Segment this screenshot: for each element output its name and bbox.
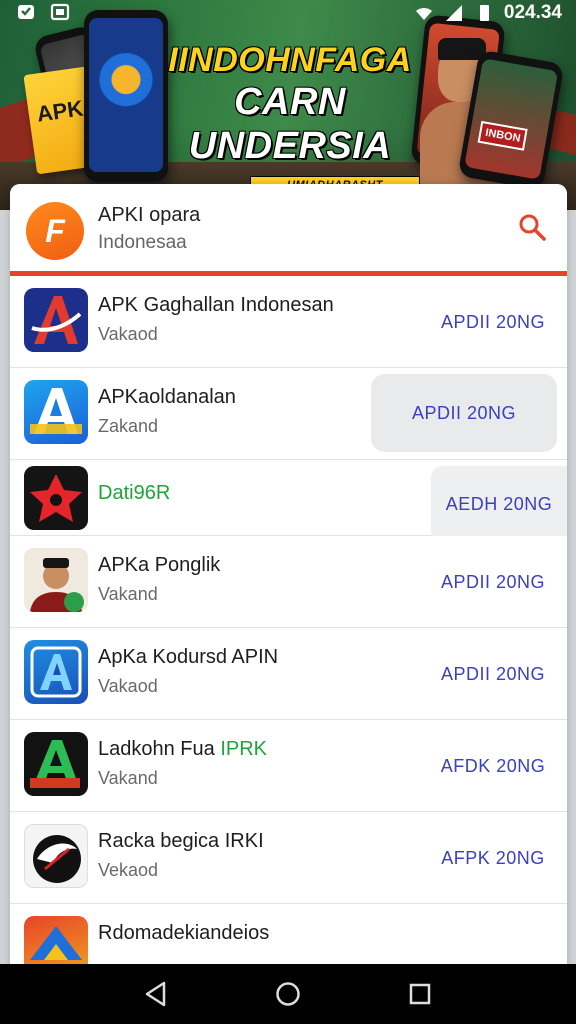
- app-developer: Vekaod: [98, 860, 159, 880]
- app-name: APK Gaghallan Indonesan: [98, 294, 334, 316]
- app-developer: Zakand: [98, 416, 159, 436]
- app-logo-icon: F: [26, 202, 84, 260]
- app-action-button[interactable]: APDII 20NG: [429, 276, 557, 368]
- headline-line1: IINDOHNFAGA: [168, 41, 412, 79]
- app-developer: Vakand: [98, 584, 158, 604]
- app-action-button[interactable]: AEDH 20NG: [431, 466, 567, 542]
- app-list: APK Gaghallan Indonesan Vakaod APDII 20N…: [10, 276, 567, 984]
- app-developer: Vakaod: [98, 676, 158, 696]
- app-action-button[interactable]: AFDK 20NG: [429, 720, 557, 812]
- battery-icon: [479, 5, 489, 21]
- app-list-item[interactable]: Ladkohn Fua IPRK Vakand AFDK 20NG: [10, 720, 567, 812]
- apk-a-icon: [24, 288, 88, 352]
- star-logo-icon: [24, 466, 88, 530]
- status-bar: 024.34: [0, 0, 576, 26]
- phone-illustration: [84, 10, 168, 182]
- header-title: APKI opara: [98, 204, 201, 226]
- headline-line2: CARN UNDERSIA: [188, 81, 392, 167]
- app-name: Dati96R: [98, 482, 170, 505]
- notification-icon: [18, 5, 34, 19]
- person-avatar-icon: [24, 548, 88, 612]
- recents-button[interactable]: [405, 979, 435, 1009]
- app-list-card: F APKI opara Indonesaa APK Gaghallan Ind…: [10, 184, 567, 984]
- recents-icon: [409, 983, 431, 1005]
- app-list-item[interactable]: APK Gaghallan Indonesan Vakaod APDII 20N…: [10, 276, 567, 368]
- app-list-item[interactable]: ApKa Kodursd APIN Vakaod APDII 20NG: [10, 628, 567, 720]
- gallery-icon: [50, 3, 70, 21]
- app-developer: Vakaod: [98, 324, 158, 344]
- back-button[interactable]: [141, 979, 171, 1009]
- navigation-bar: [0, 964, 576, 1024]
- app-logo-glyph: F: [45, 212, 65, 249]
- app-list-item[interactable]: APKa Ponglik Vakand APDII 20NG: [10, 536, 567, 628]
- header-subtitle: Indonesaa: [98, 232, 187, 253]
- apk-blue-a-icon: [24, 380, 88, 444]
- app-name-accent: IPRK: [220, 738, 268, 760]
- app-name: APKa Ponglik: [98, 554, 221, 576]
- search-header: F APKI opara Indonesaa: [10, 184, 567, 276]
- back-icon: [145, 981, 166, 1007]
- apk-blue-a-icon: [24, 640, 88, 704]
- home-button[interactable]: [273, 979, 303, 1009]
- app-developer: Vakand: [98, 768, 158, 788]
- app-action-button[interactable]: APDII 20NG: [429, 628, 557, 720]
- banner-headline: IINDOHNFAGA CARN UNDERSIA UMIADHARASHT M…: [160, 40, 420, 206]
- apk-box-label: APK: [35, 95, 85, 127]
- app-list-item[interactable]: APKaoldanalan Zakand APDII 20NG: [10, 368, 567, 460]
- app-name: Rdomadekiandeios: [98, 922, 270, 944]
- search-icon[interactable]: [517, 212, 547, 242]
- app-list-item[interactable]: Racka begica IRKI Vekaod AFPK 20NG: [10, 812, 567, 904]
- app-action-button[interactable]: AFPK 20NG: [429, 812, 557, 904]
- emblem-icon: [24, 824, 88, 888]
- app-name-text: Ladkohn Fua: [98, 738, 215, 760]
- green-a-icon: [24, 732, 88, 796]
- signal-icon: [445, 5, 462, 21]
- home-icon: [276, 982, 300, 1006]
- app-name: APKaoldanalan: [98, 386, 236, 408]
- app-action-button[interactable]: APDII 20NG: [371, 374, 557, 452]
- app-name: Ladkohn Fua IPRK: [98, 738, 267, 761]
- screen: APK INBON IINDOHNFAGA CARN UNDERSIA UMIA…: [0, 0, 576, 1024]
- status-time: 024.34: [503, 2, 562, 23]
- wifi-icon: [415, 7, 432, 20]
- app-action-button[interactable]: APDII 20NG: [429, 536, 557, 628]
- promo-banner[interactable]: APK INBON IINDOHNFAGA CARN UNDERSIA UMIA…: [0, 0, 576, 210]
- app-name-accent: Dati96R: [98, 482, 171, 504]
- app-list-item[interactable]: Dati96R AEDH 20NG: [10, 460, 567, 542]
- app-name: ApKa Kodursd APIN: [98, 646, 279, 668]
- app-name: Racka begica IRKI: [98, 830, 264, 852]
